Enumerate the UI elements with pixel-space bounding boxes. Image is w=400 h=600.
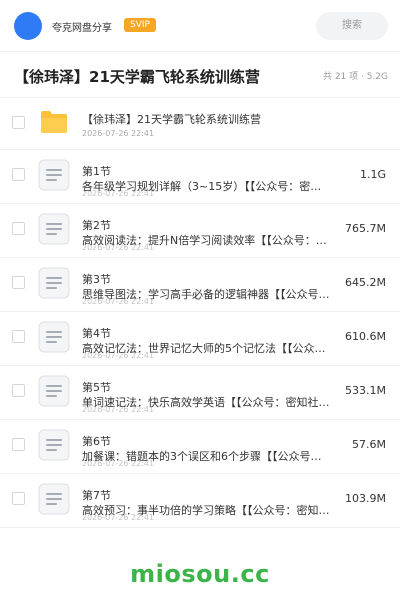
- search-input[interactable]: 搜索: [316, 12, 388, 40]
- video-file-icon: [38, 429, 70, 461]
- file-row[interactable]: 2026-07-26 22:41 第5节 单词速记法：快乐高效学英语【【公众号：…: [0, 366, 400, 420]
- video-file-icon: [38, 213, 70, 245]
- checkbox[interactable]: [12, 222, 25, 235]
- checkbox[interactable]: [12, 116, 25, 129]
- file-size: 610.6M: [345, 330, 386, 343]
- checkbox[interactable]: [12, 330, 25, 343]
- file-description: 高效记忆法：世界记忆大师的5个记忆法【【公众号：密知社】】.mp4: [82, 342, 330, 355]
- share-title-row: 【徐玮泽】21天学霸飞轮系统训练营 共 21 项 · 5.2G: [0, 52, 400, 98]
- checkbox[interactable]: [12, 492, 25, 505]
- file-row[interactable]: 2026-07-26 22:41 第4节 高效记忆法：世界记忆大师的5个记忆法【…: [0, 312, 400, 366]
- file-description: 高效预习：事半功倍的学习策略【【公众号：密知社】】.mp4: [82, 504, 330, 517]
- episode-label: 第6节: [82, 435, 111, 448]
- share-meta: 共 21 项 · 5.2G: [322, 72, 388, 82]
- file-list: 【徐玮泽】21天学霸飞轮系统训练营 2026-07-26 22:41 2026-…: [0, 98, 400, 528]
- checkbox[interactable]: [12, 168, 25, 181]
- video-file-icon: [38, 483, 70, 515]
- folder-name: 【徐玮泽】21天学霸飞轮系统训练营: [82, 113, 261, 126]
- file-description: 高效阅读法：提升N倍学习阅读效率【【公众号：密知社】】.mp4: [82, 234, 330, 247]
- file-row[interactable]: 2026-07-26 22:41 第6节 加餐课：错题本的3个误区和6个步骤【【…: [0, 420, 400, 474]
- folder-date: 2026-07-26 22:41: [82, 129, 155, 138]
- file-size: 645.2M: [345, 276, 386, 289]
- site-watermark: miosou.cc: [130, 560, 270, 588]
- file-row[interactable]: 2026-07-26 22:41 第2节 高效阅读法：提升N倍学习阅读效率【【公…: [0, 204, 400, 258]
- file-description: 加餐课：错题本的3个误区和6个步骤【【公众号：密知社】】.mp4: [82, 450, 330, 463]
- file-row[interactable]: 2026-07-26 22:41 第1节 各年级学习规划详解（3~15岁）【【公…: [0, 150, 400, 204]
- video-file-icon: [38, 321, 70, 353]
- page-title: 【徐玮泽】21天学霸飞轮系统训练营: [14, 68, 260, 86]
- file-size: 103.9M: [345, 492, 386, 505]
- file-size: 1.1G: [359, 168, 386, 181]
- file-description: 思维导图法：学习高手必备的逻辑神器【【公众号：密知社】】.mp4: [82, 288, 330, 301]
- episode-label: 第5节: [82, 381, 111, 394]
- checkbox[interactable]: [12, 438, 25, 451]
- video-file-icon: [38, 159, 70, 191]
- checkbox[interactable]: [12, 384, 25, 397]
- episode-label: 第4节: [82, 327, 111, 340]
- file-size: 765.7M: [345, 222, 386, 235]
- video-file-icon: [38, 267, 70, 299]
- file-description: 各年级学习规划详解（3~15岁）【【公众号：密知社】】.mp4: [82, 180, 330, 193]
- file-description: 单词速记法：快乐高效学英语【【公众号：密知社】】.mp4: [82, 396, 330, 409]
- file-row[interactable]: 2026-07-26 22:41 第3节 思维导图法：学习高手必备的逻辑神器【【…: [0, 258, 400, 312]
- file-size: 57.6M: [352, 438, 386, 451]
- svip-badge: SVIP: [124, 18, 156, 32]
- episode-label: 第7节: [82, 489, 111, 502]
- episode-label: 第2节: [82, 219, 111, 232]
- file-size: 533.1M: [345, 384, 386, 397]
- app-header: 夸克网盘分享 SVIP 搜索: [0, 0, 400, 52]
- folder-row[interactable]: 【徐玮泽】21天学霸飞轮系统训练营 2026-07-26 22:41: [0, 98, 400, 150]
- file-row[interactable]: 2026-07-26 22:41 第7节 高效预习：事半功倍的学习策略【【公众号…: [0, 474, 400, 528]
- avatar[interactable]: [14, 12, 42, 40]
- checkbox[interactable]: [12, 276, 25, 289]
- episode-label: 第3节: [82, 273, 111, 286]
- video-file-icon: [38, 375, 70, 407]
- episode-label: 第1节: [82, 165, 111, 178]
- username[interactable]: 夸克网盘分享: [52, 19, 112, 34]
- folder-icon: [41, 111, 67, 133]
